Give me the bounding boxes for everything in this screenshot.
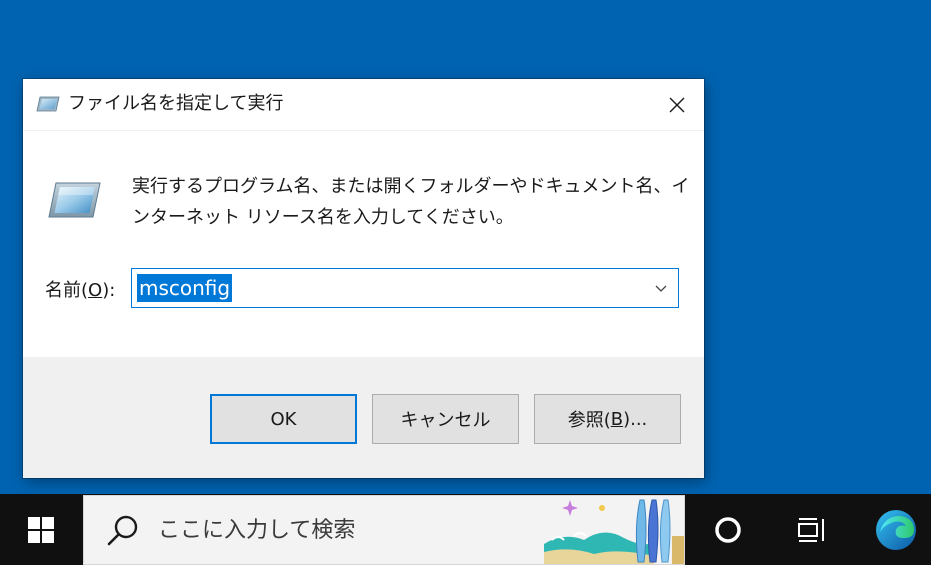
search-placeholder: ここに入力して検索 (158, 518, 356, 543)
browse-access-key: B (610, 408, 624, 430)
start-button[interactable] (0, 494, 82, 565)
cortana-icon (715, 516, 741, 543)
name-label-prefix: 名前( (45, 280, 89, 301)
chevron-down-icon[interactable] (654, 282, 668, 294)
name-label: 名前(O): (45, 278, 115, 304)
edge-icon (876, 509, 916, 550)
name-input[interactable]: msconfig (137, 274, 233, 302)
search-icon (107, 515, 138, 546)
name-combobox[interactable]: msconfig (131, 268, 679, 308)
name-label-access-key: O (88, 280, 103, 301)
edge-button[interactable] (866, 494, 926, 565)
taskbar: ここに入力して検索 (0, 494, 931, 565)
task-view-icon (798, 517, 824, 542)
browse-label-suffix: )... (623, 408, 648, 430)
search-highlight-illustration-icon (544, 496, 684, 564)
close-icon (669, 97, 685, 112)
dialog-title: ファイル名を指定して実行 (68, 93, 284, 114)
taskbar-search-box[interactable]: ここに入力して検索 (83, 495, 685, 565)
cortana-button[interactable] (700, 494, 756, 565)
close-button[interactable] (650, 79, 704, 130)
run-app-icon (36, 96, 60, 112)
name-label-suffix: ): (102, 280, 116, 301)
dialog-titlebar[interactable]: ファイル名を指定して実行 (23, 79, 704, 131)
run-program-icon (48, 182, 101, 218)
task-view-button[interactable] (783, 494, 839, 565)
dialog-content: 実行するプログラム名、または開くフォルダーやドキュメント名、インターネット リソ… (23, 131, 704, 357)
dialog-footer: OK キャンセル 参照(B)... (23, 357, 704, 478)
ok-button[interactable]: OK (210, 394, 357, 444)
windows-logo-icon (28, 516, 54, 543)
browse-button[interactable]: 参照(B)... (534, 394, 681, 444)
run-dialog: ファイル名を指定して実行 実行するプログラム名、または開くフォルダーやドキュメン… (23, 79, 704, 478)
browse-label-prefix: 参照( (567, 410, 611, 431)
cancel-button[interactable]: キャンセル (372, 394, 519, 444)
dialog-description: 実行するプログラム名、または開くフォルダーやドキュメント名、インターネット リソ… (132, 176, 690, 228)
